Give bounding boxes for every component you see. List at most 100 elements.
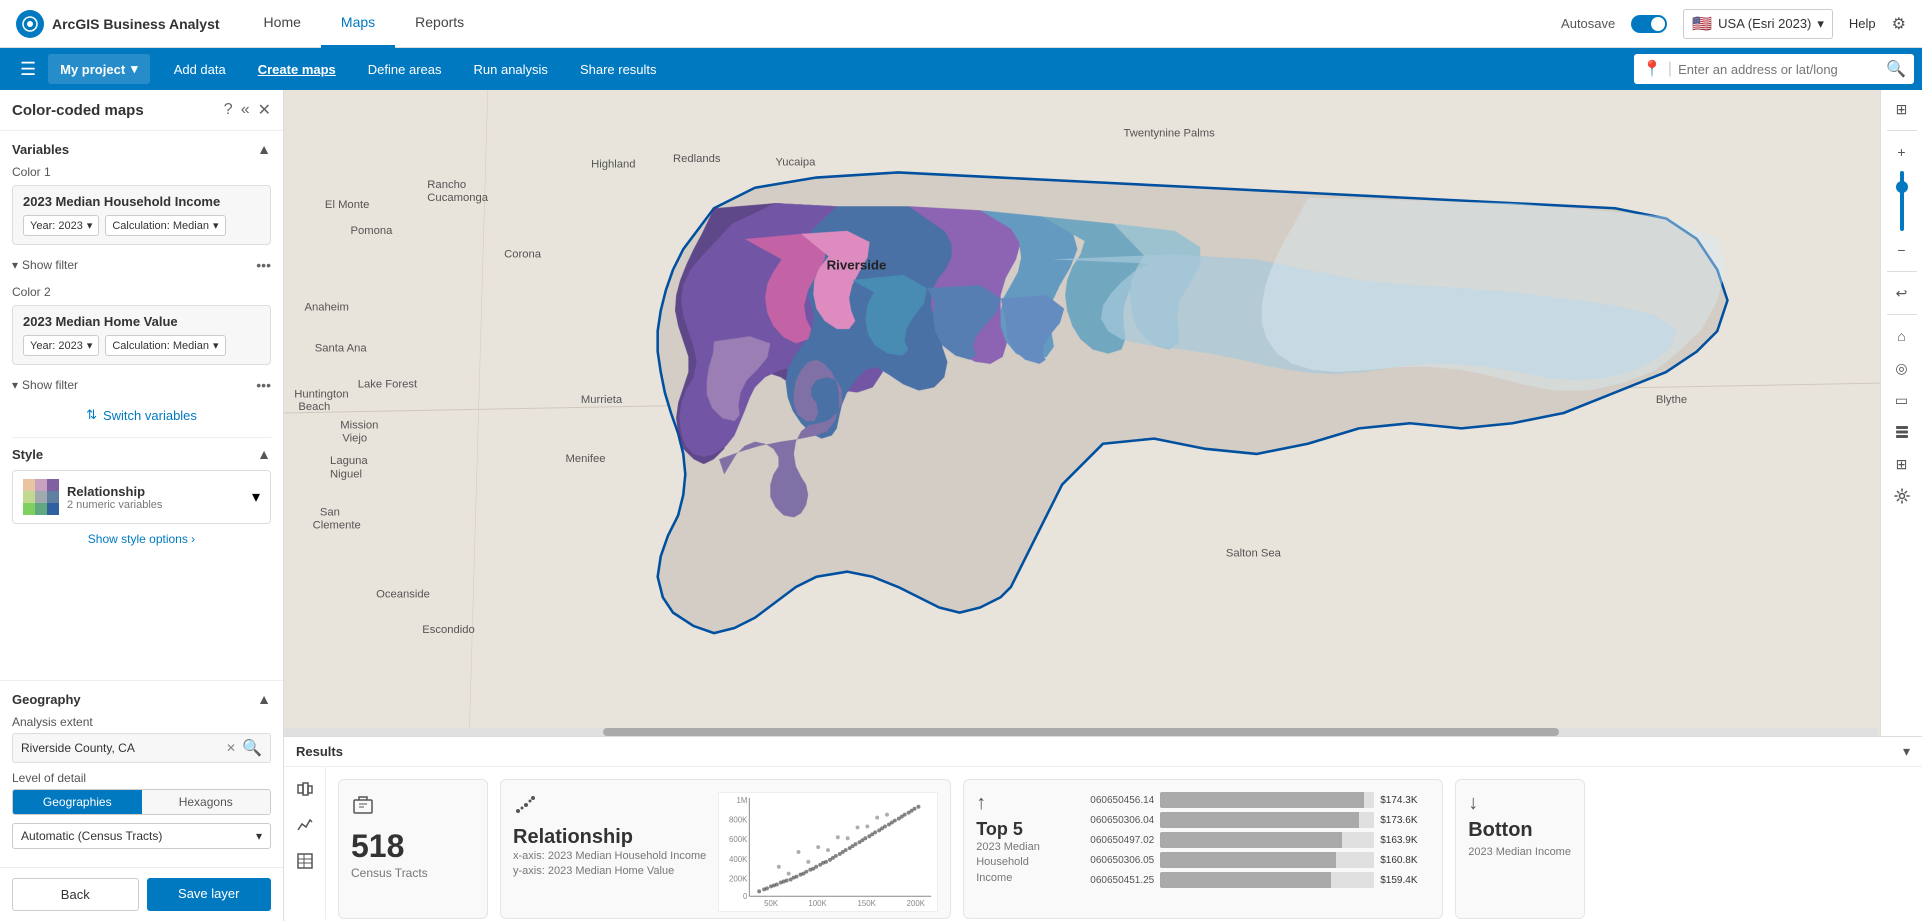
more-btn-2[interactable]: ••• — [256, 377, 271, 393]
nav-home[interactable]: Home — [244, 0, 321, 48]
svg-text:El Monte: El Monte — [325, 199, 369, 211]
search-input[interactable] — [1678, 62, 1880, 77]
show-filter-label-2: Show filter — [22, 378, 78, 392]
undo-btn[interactable]: ↩ — [1884, 278, 1920, 308]
show-style-options-btn[interactable]: Show style options › — [12, 532, 271, 546]
chart-results-icon[interactable] — [289, 811, 321, 839]
var2-calc-dropdown[interactable]: Calculation: Median ▾ — [105, 335, 225, 356]
var1-year-dropdown[interactable]: Year: 2023 ▾ — [23, 215, 99, 236]
var2-year-label: Year: 2023 — [30, 340, 83, 352]
zoom-handle[interactable] — [1896, 181, 1908, 193]
top-nav: ArcGIS Business Analyst Home Maps Report… — [0, 0, 1922, 48]
bar-row-2: 060650497.02 $163.9K — [1064, 832, 1430, 848]
map-scrollbar[interactable] — [284, 728, 1878, 736]
close-panel-icon[interactable]: ✕ — [258, 100, 271, 120]
results-collapse-icon[interactable]: ▾ — [1903, 743, 1910, 760]
svg-text:Clemente: Clemente — [313, 520, 361, 532]
settings-icon[interactable] — [1884, 481, 1920, 511]
app-logo[interactable]: ArcGIS Business Analyst — [16, 10, 220, 38]
show-filter-btn-2[interactable]: ▾ Show filter — [12, 378, 78, 392]
help-icon[interactable]: ? — [224, 101, 233, 119]
switch-icon: ⇅ — [86, 407, 97, 423]
settings-icon[interactable]: ⚙ — [1892, 14, 1906, 34]
tab-geographies[interactable]: Geographies — [13, 790, 142, 814]
table-results-icon[interactable] — [289, 847, 321, 875]
project-dropdown[interactable]: My project ▾ — [48, 54, 150, 84]
zoom-in-btn[interactable]: + — [1884, 137, 1920, 167]
var1-calc-dropdown[interactable]: Calculation: Median ▾ — [105, 215, 225, 236]
bar-val-1: $173.6K — [1380, 815, 1430, 826]
auto-detail-dropdown[interactable]: Automatic (Census Tracts) ▾ — [12, 823, 271, 849]
census-count-label: Census Tracts — [351, 866, 475, 880]
var2-year-chevron: ▾ — [87, 339, 93, 352]
zoom-group — [1900, 169, 1904, 233]
left-panel: Color-coded maps ? « ✕ Variables ▲ Color… — [0, 90, 284, 921]
style-box[interactable]: Relationship 2 numeric variables ▾ — [12, 470, 271, 524]
nav-reports[interactable]: Reports — [395, 0, 484, 48]
svg-text:Viejo: Viejo — [342, 433, 367, 445]
svg-text:Riverside: Riverside — [827, 258, 887, 273]
collapse-panel-icon[interactable]: « — [241, 101, 250, 119]
tab-hexagons[interactable]: Hexagons — [142, 790, 271, 814]
relationship-left: Relationship x-axis: 2023 Median Househo… — [513, 792, 706, 880]
share-results-btn[interactable]: Share results — [564, 48, 673, 90]
var2-year-dropdown[interactable]: Year: 2023 ▾ — [23, 335, 99, 356]
layers-icon[interactable] — [1884, 417, 1920, 447]
bottom-icon: ↓ — [1468, 792, 1572, 815]
zoom-slider[interactable] — [1900, 171, 1904, 231]
save-layer-button[interactable]: Save layer — [147, 878, 272, 911]
svg-text:50K: 50K — [764, 899, 779, 908]
grid-view-icon[interactable]: ⊞ — [1884, 94, 1920, 124]
screen-view-icon[interactable]: ▭ — [1884, 385, 1920, 415]
svg-text:Salton Sea: Salton Sea — [1226, 547, 1282, 559]
autosave-toggle[interactable] — [1631, 15, 1667, 33]
back-button[interactable]: Back — [12, 878, 139, 911]
more-btn-1[interactable]: ••• — [256, 257, 271, 273]
locate-icon[interactable]: ◎ — [1884, 353, 1920, 383]
show-filter-btn-1[interactable]: ▾ Show filter — [12, 258, 78, 272]
switch-variables-btn[interactable]: ⇅ Switch variables — [12, 401, 271, 429]
style-collapse-icon[interactable]: ▲ — [257, 446, 271, 462]
results-title: Results — [296, 744, 343, 759]
svg-text:Niguel: Niguel — [330, 468, 362, 480]
add-data-btn[interactable]: Add data — [158, 48, 242, 90]
geo-collapse-icon[interactable]: ▲ — [257, 691, 271, 707]
remove-extent-icon[interactable]: ✕ — [226, 741, 236, 755]
geography-section: Geography ▲ Analysis extent Riverside Co… — [0, 680, 283, 867]
bottom-label: 2023 Median Income — [1468, 846, 1572, 858]
svg-text:0: 0 — [743, 892, 748, 901]
svg-text:Cucamonga: Cucamonga — [427, 192, 488, 204]
svg-text:Escondido: Escondido — [422, 624, 475, 636]
search-icon[interactable]: 🔍 — [1886, 59, 1906, 79]
style-name: Relationship — [67, 484, 162, 499]
svg-text:Anaheim: Anaheim — [304, 302, 348, 314]
hamburger-menu[interactable]: ☰ — [8, 59, 48, 80]
result-cards: 518 Census Tracts Relationship x-axis: 2… — [326, 767, 1922, 919]
variables-collapse-icon[interactable]: ▲ — [257, 141, 271, 157]
bookmarks-icon[interactable]: ⌂ — [1884, 321, 1920, 351]
bottom-title: Botton — [1468, 819, 1572, 842]
map-area[interactable]: Rancho Cucamonga Highland El Monte Pomon… — [284, 90, 1922, 921]
bar-fill-3 — [1160, 852, 1335, 868]
define-areas-btn[interactable]: Define areas — [352, 48, 458, 90]
relationship-card: Relationship x-axis: 2023 Median Househo… — [500, 779, 951, 919]
country-selector[interactable]: 🇺🇸 USA (Esri 2023) ▾ — [1683, 9, 1833, 39]
bar-id-2: 060650497.02 — [1064, 835, 1154, 846]
bar-track-4 — [1160, 872, 1374, 888]
search-bar[interactable]: 📍 | 🔍 — [1634, 54, 1914, 84]
top5-title: Top 5 — [976, 819, 1056, 840]
census-card-icon — [351, 792, 475, 822]
rel-xaxis: x-axis: 2023 Median Household Income — [513, 849, 706, 864]
nav-maps[interactable]: Maps — [321, 0, 395, 48]
top5-content: ↑ Top 5 2023 Median Household Income 060… — [976, 792, 1430, 906]
map-scrollbar-thumb[interactable] — [603, 728, 1559, 736]
table-icon[interactable]: ⊞ — [1884, 449, 1920, 479]
search-extent-icon[interactable]: 🔍 — [242, 738, 262, 758]
zoom-out-btn[interactable]: − — [1884, 235, 1920, 265]
create-maps-btn[interactable]: Create maps — [242, 48, 352, 90]
bar-fill-1 — [1160, 812, 1359, 828]
run-analysis-btn[interactable]: Run analysis — [458, 48, 564, 90]
map-results-icon[interactable] — [289, 775, 321, 803]
var1-year-chevron: ▾ — [87, 219, 93, 232]
help-button[interactable]: Help — [1849, 16, 1876, 31]
